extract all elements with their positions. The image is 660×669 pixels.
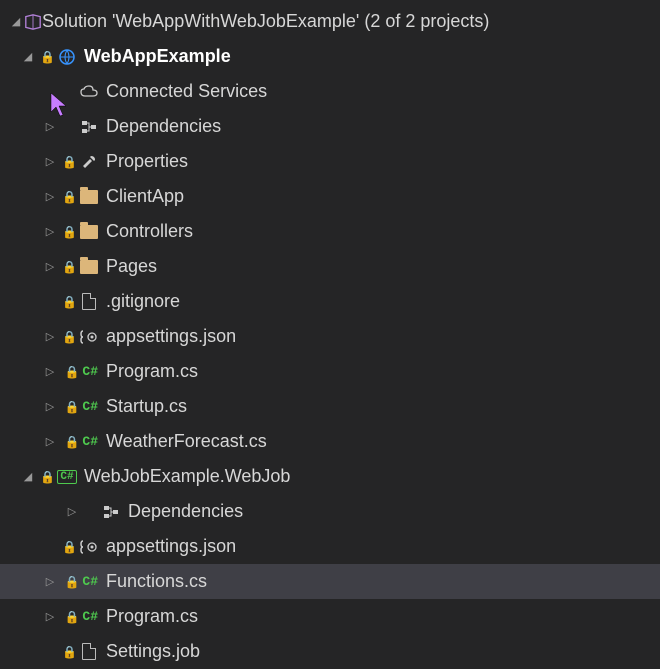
project-webappexample[interactable]: ◢ 🔒 WebAppExample [0,39,660,74]
web-project-icon [58,48,76,66]
csharp-icon: C# [82,609,98,624]
lock-icon: 🔒 [64,576,79,588]
lock-icon: 🔒 [64,366,79,378]
cloud-icon [80,83,98,101]
properties-a[interactable]: ▷ 🔒 Properties [0,144,660,179]
json-icon [80,538,98,556]
folder-clientapp[interactable]: ▷ 🔒 ClientApp [0,179,660,214]
project-webjobexample[interactable]: ◢ 🔒 C# WebJobExample.WebJob [0,459,660,494]
lock-icon: 🔒 [62,541,77,553]
expander-icon[interactable]: ▷ [42,435,58,448]
file-functions[interactable]: ▷ 🔒 C# Functions.cs [0,564,660,599]
dependencies-icon [80,118,98,136]
item-label: Startup.cs [106,396,187,417]
item-label: Program.cs [106,606,198,627]
expander-icon[interactable]: ▷ [42,120,58,133]
file-gitignore[interactable]: 🔒 .gitignore [0,284,660,319]
folder-icon [80,223,98,241]
item-label: Properties [106,151,188,172]
expander-icon[interactable]: ▷ [42,155,58,168]
connected-services[interactable]: Connected Services [0,74,660,109]
dependencies-a[interactable]: ▷ Dependencies [0,109,660,144]
expander-icon[interactable]: ▷ [42,575,58,588]
item-label: Dependencies [128,501,243,522]
solution-root[interactable]: ◢ Solution 'WebAppWithWebJobExample' (2 … [0,4,660,39]
lock-icon: 🔒 [62,331,77,343]
folder-icon [80,188,98,206]
dependencies-b[interactable]: ▷ Dependencies [0,494,660,529]
expander-icon[interactable]: ▷ [42,190,58,203]
item-label: Connected Services [106,81,267,102]
project-label: WebAppExample [84,46,231,67]
folder-icon [80,258,98,276]
item-label: Program.cs [106,361,198,382]
expander-icon[interactable]: ◢ [8,15,24,28]
lock-icon: 🔒 [62,646,77,658]
lock-icon: 🔒 [62,191,77,203]
file-program-a[interactable]: ▷ 🔒 C# Program.cs [0,354,660,389]
item-label: Functions.cs [106,571,207,592]
item-label: WeatherForecast.cs [106,431,267,452]
lock-icon: 🔒 [64,611,79,623]
file-icon [80,643,98,661]
expander-icon[interactable]: ▷ [42,365,58,378]
lock-icon: 🔒 [62,296,77,308]
lock-icon: 🔒 [62,261,77,273]
file-appsettings-b[interactable]: 🔒 appsettings.json [0,529,660,564]
expander-icon[interactable]: ▷ [42,260,58,273]
expander-icon[interactable]: ▷ [64,505,80,518]
csharp-icon: C# [82,574,98,589]
item-label: ClientApp [106,186,184,207]
expander-icon[interactable]: ◢ [20,50,36,63]
solution-icon [24,13,42,31]
lock-icon: 🔒 [64,436,79,448]
csharp-project-icon: C# [58,468,76,486]
csharp-icon: C# [82,434,98,449]
wrench-icon [80,153,98,171]
lock-icon: 🔒 [62,156,77,168]
item-label: appsettings.json [106,536,236,557]
item-label: appsettings.json [106,326,236,347]
item-label: Pages [106,256,157,277]
dependencies-icon [102,503,120,521]
json-icon [80,328,98,346]
file-startup[interactable]: ▷ 🔒 C# Startup.cs [0,389,660,424]
expander-icon[interactable]: ◢ [20,470,36,483]
file-settingsjob[interactable]: 🔒 Settings.job [0,634,660,669]
file-icon [80,293,98,311]
item-label: Dependencies [106,116,221,137]
expander-icon[interactable]: ▷ [42,225,58,238]
item-label: Settings.job [106,641,200,662]
lock-icon: 🔒 [40,51,55,63]
project-label: WebJobExample.WebJob [84,466,290,487]
file-program-b[interactable]: ▷ 🔒 C# Program.cs [0,599,660,634]
lock-icon: 🔒 [62,226,77,238]
lock-icon: 🔒 [40,471,55,483]
item-label: Controllers [106,221,193,242]
file-appsettings-a[interactable]: ▷ 🔒 appsettings.json [0,319,660,354]
file-weatherforecast[interactable]: ▷ 🔒 C# WeatherForecast.cs [0,424,660,459]
item-label: .gitignore [106,291,180,312]
csharp-icon: C# [82,399,98,414]
lock-icon: 🔒 [64,401,79,413]
expander-icon[interactable]: ▷ [42,330,58,343]
expander-icon[interactable]: ▷ [42,400,58,413]
solution-label: Solution 'WebAppWithWebJobExample' (2 of… [42,11,489,32]
folder-pages[interactable]: ▷ 🔒 Pages [0,249,660,284]
folder-controllers[interactable]: ▷ 🔒 Controllers [0,214,660,249]
csharp-icon: C# [82,364,98,379]
expander-icon[interactable]: ▷ [42,610,58,623]
